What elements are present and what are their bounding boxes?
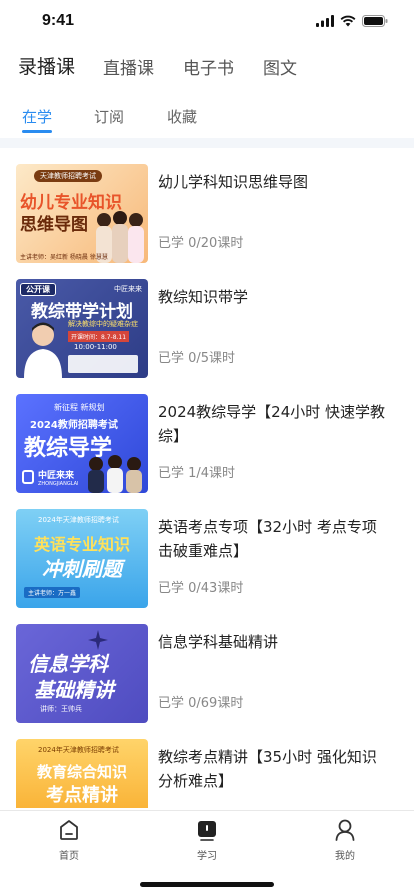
category-tabs: 录播课 直播课 电子书 图文 [0,52,414,82]
cover-date: 开课时间：8.7-8.11 [68,331,130,342]
nav-profile[interactable]: 我的 [305,815,385,862]
home-icon [60,820,78,840]
course-item[interactable]: 2024年天津教师招聘考试 英语专业知识 冲刺刷题 主讲老师：万一鑫 英语考点专… [0,493,414,608]
course-cover: 信息学科 基础精讲 讲师：王帅兵 [16,624,148,723]
course-item[interactable]: 公开课 中匠来来 教综带学计划 解决教综中的疑难杂症 开课时间：8.7-8.11… [0,263,414,378]
cover-footer: 主讲老师：万一鑫 [24,587,81,598]
cover-brand: 中匠来来 [114,285,142,293]
cover-footer: 主讲老师：吴红新 杨晓晨 徐慧慧 [20,254,108,261]
course-item[interactable]: 2024年天津教师招聘考试 教育综合知识 考点精讲 教综考点精讲【35小时 强化… [0,723,414,808]
cover-tag: 2024年天津教师招聘考试 [38,746,119,754]
tab-subscribed[interactable]: 订阅 [94,106,124,127]
battery-icon [362,15,388,27]
course-item[interactable]: 天津教师招聘考试 幼儿专业知识 思维导图 主讲老师：吴红新 杨晓晨 徐慧慧 幼儿… [0,148,414,263]
status-icons [316,15,388,27]
course-progress: 已学 0/43课时 [158,581,244,596]
cover-title: 信息学科 [28,652,108,676]
tab-favorites[interactable]: 收藏 [167,106,197,127]
course-item[interactable]: 新征程 新规划 2024教师招聘考试 教综导学 中匠来来 ZHONGJIANGL… [0,378,414,493]
cover-subtitle: 考点精讲 [46,785,118,806]
course-title: 信息学科基础精讲 [158,633,279,651]
teacher-photo [24,322,62,378]
course-item[interactable]: 信息学科 基础精讲 讲师：王帅兵 信息学科基础精讲 已学 0/69课时 [0,608,414,723]
nav-study[interactable]: 学习 [167,815,247,862]
active-tab-indicator [22,130,52,133]
cover-subtitle: 冲刺刷题 [42,557,122,581]
cover-title: 英语专业知识 [33,535,130,554]
brand-logo-icon [22,470,34,484]
course-title: 教综考点精讲【35小时 强化知识分析难点】 [158,748,377,790]
cover-time: 10:00-11:00 [74,343,117,351]
course-title: 2024教综导学【24小时 快速学教综】 [158,403,386,445]
cover-tag: 新征程 新规划 [54,403,105,412]
section-separator [0,138,414,148]
profile-icon [335,819,355,841]
tab-ebooks[interactable]: 电子书 [183,54,234,79]
course-progress: 已学 0/69课时 [158,696,244,711]
wifi-icon [340,15,356,27]
status-tabs: 在学 订阅 收藏 [0,106,414,136]
study-icon [198,821,216,841]
cover-brand: 中匠来来 [38,471,75,481]
signal-icon [316,15,334,27]
nav-study-label: 学习 [197,851,217,862]
cover-tag: 天津教师招聘考试 [34,170,102,182]
status-bar: 9:41 [0,0,414,44]
tab-learning[interactable]: 在学 [22,106,52,127]
course-progress: 已学 1/4课时 [158,466,236,481]
course-list: 天津教师招聘考试 幼儿专业知识 思维导图 主讲老师：吴红新 杨晓晨 徐慧慧 幼儿… [0,148,414,808]
cover-brand-en: ZHONGJIANGLAI [38,481,79,487]
tab-articles[interactable]: 图文 [263,54,297,79]
teachers-photo [88,455,142,493]
status-time: 9:41 [42,12,75,29]
nav-profile-label: 我的 [335,851,355,862]
cover-footer: 讲师：王帅兵 [40,705,82,713]
cover-subtitle: 基础精讲 [34,678,114,702]
cover-tag: 2024年天津教师招聘考试 [38,516,119,524]
cover-title: 教育综合知识 [36,763,127,781]
course-cover: 公开课 中匠来来 教综带学计划 解决教综中的疑难杂症 开课时间：8.7-8.11… [16,279,148,378]
course-title: 英语考点专项【32小时 考点专项击破重难点】 [158,518,377,560]
course-cover: 2024年天津教师招聘考试 英语专业知识 冲刺刷题 主讲老师：万一鑫 [16,509,148,608]
nav-home-label: 首页 [59,851,79,862]
tab-recorded-courses[interactable]: 录播课 [18,52,75,79]
cover-tag: 公开课 [20,283,56,296]
course-progress: 已学 0/20课时 [158,236,244,251]
course-cover: 2024年天津教师招聘考试 教育综合知识 考点精讲 [16,739,148,808]
course-title: 幼儿学科知识思维导图 [158,173,309,191]
cover-title: 2024教师招聘考试 [30,420,118,431]
cover-note-box [68,355,138,373]
course-progress: 已学 0/5课时 [158,351,236,366]
home-indicator [140,882,274,887]
course-title: 教综知识带学 [158,288,249,306]
sparkle-icon [88,630,108,650]
course-cover: 新征程 新规划 2024教师招聘考试 教综导学 中匠来来 ZHONGJIANGL… [16,394,148,493]
cover-subtitle: 解决教综中的疑难杂症 [68,320,138,328]
tab-live-courses[interactable]: 直播课 [103,54,154,79]
nav-home[interactable]: 首页 [29,815,109,862]
course-cover: 天津教师招聘考试 幼儿专业知识 思维导图 主讲老师：吴红新 杨晓晨 徐慧慧 [16,164,148,263]
